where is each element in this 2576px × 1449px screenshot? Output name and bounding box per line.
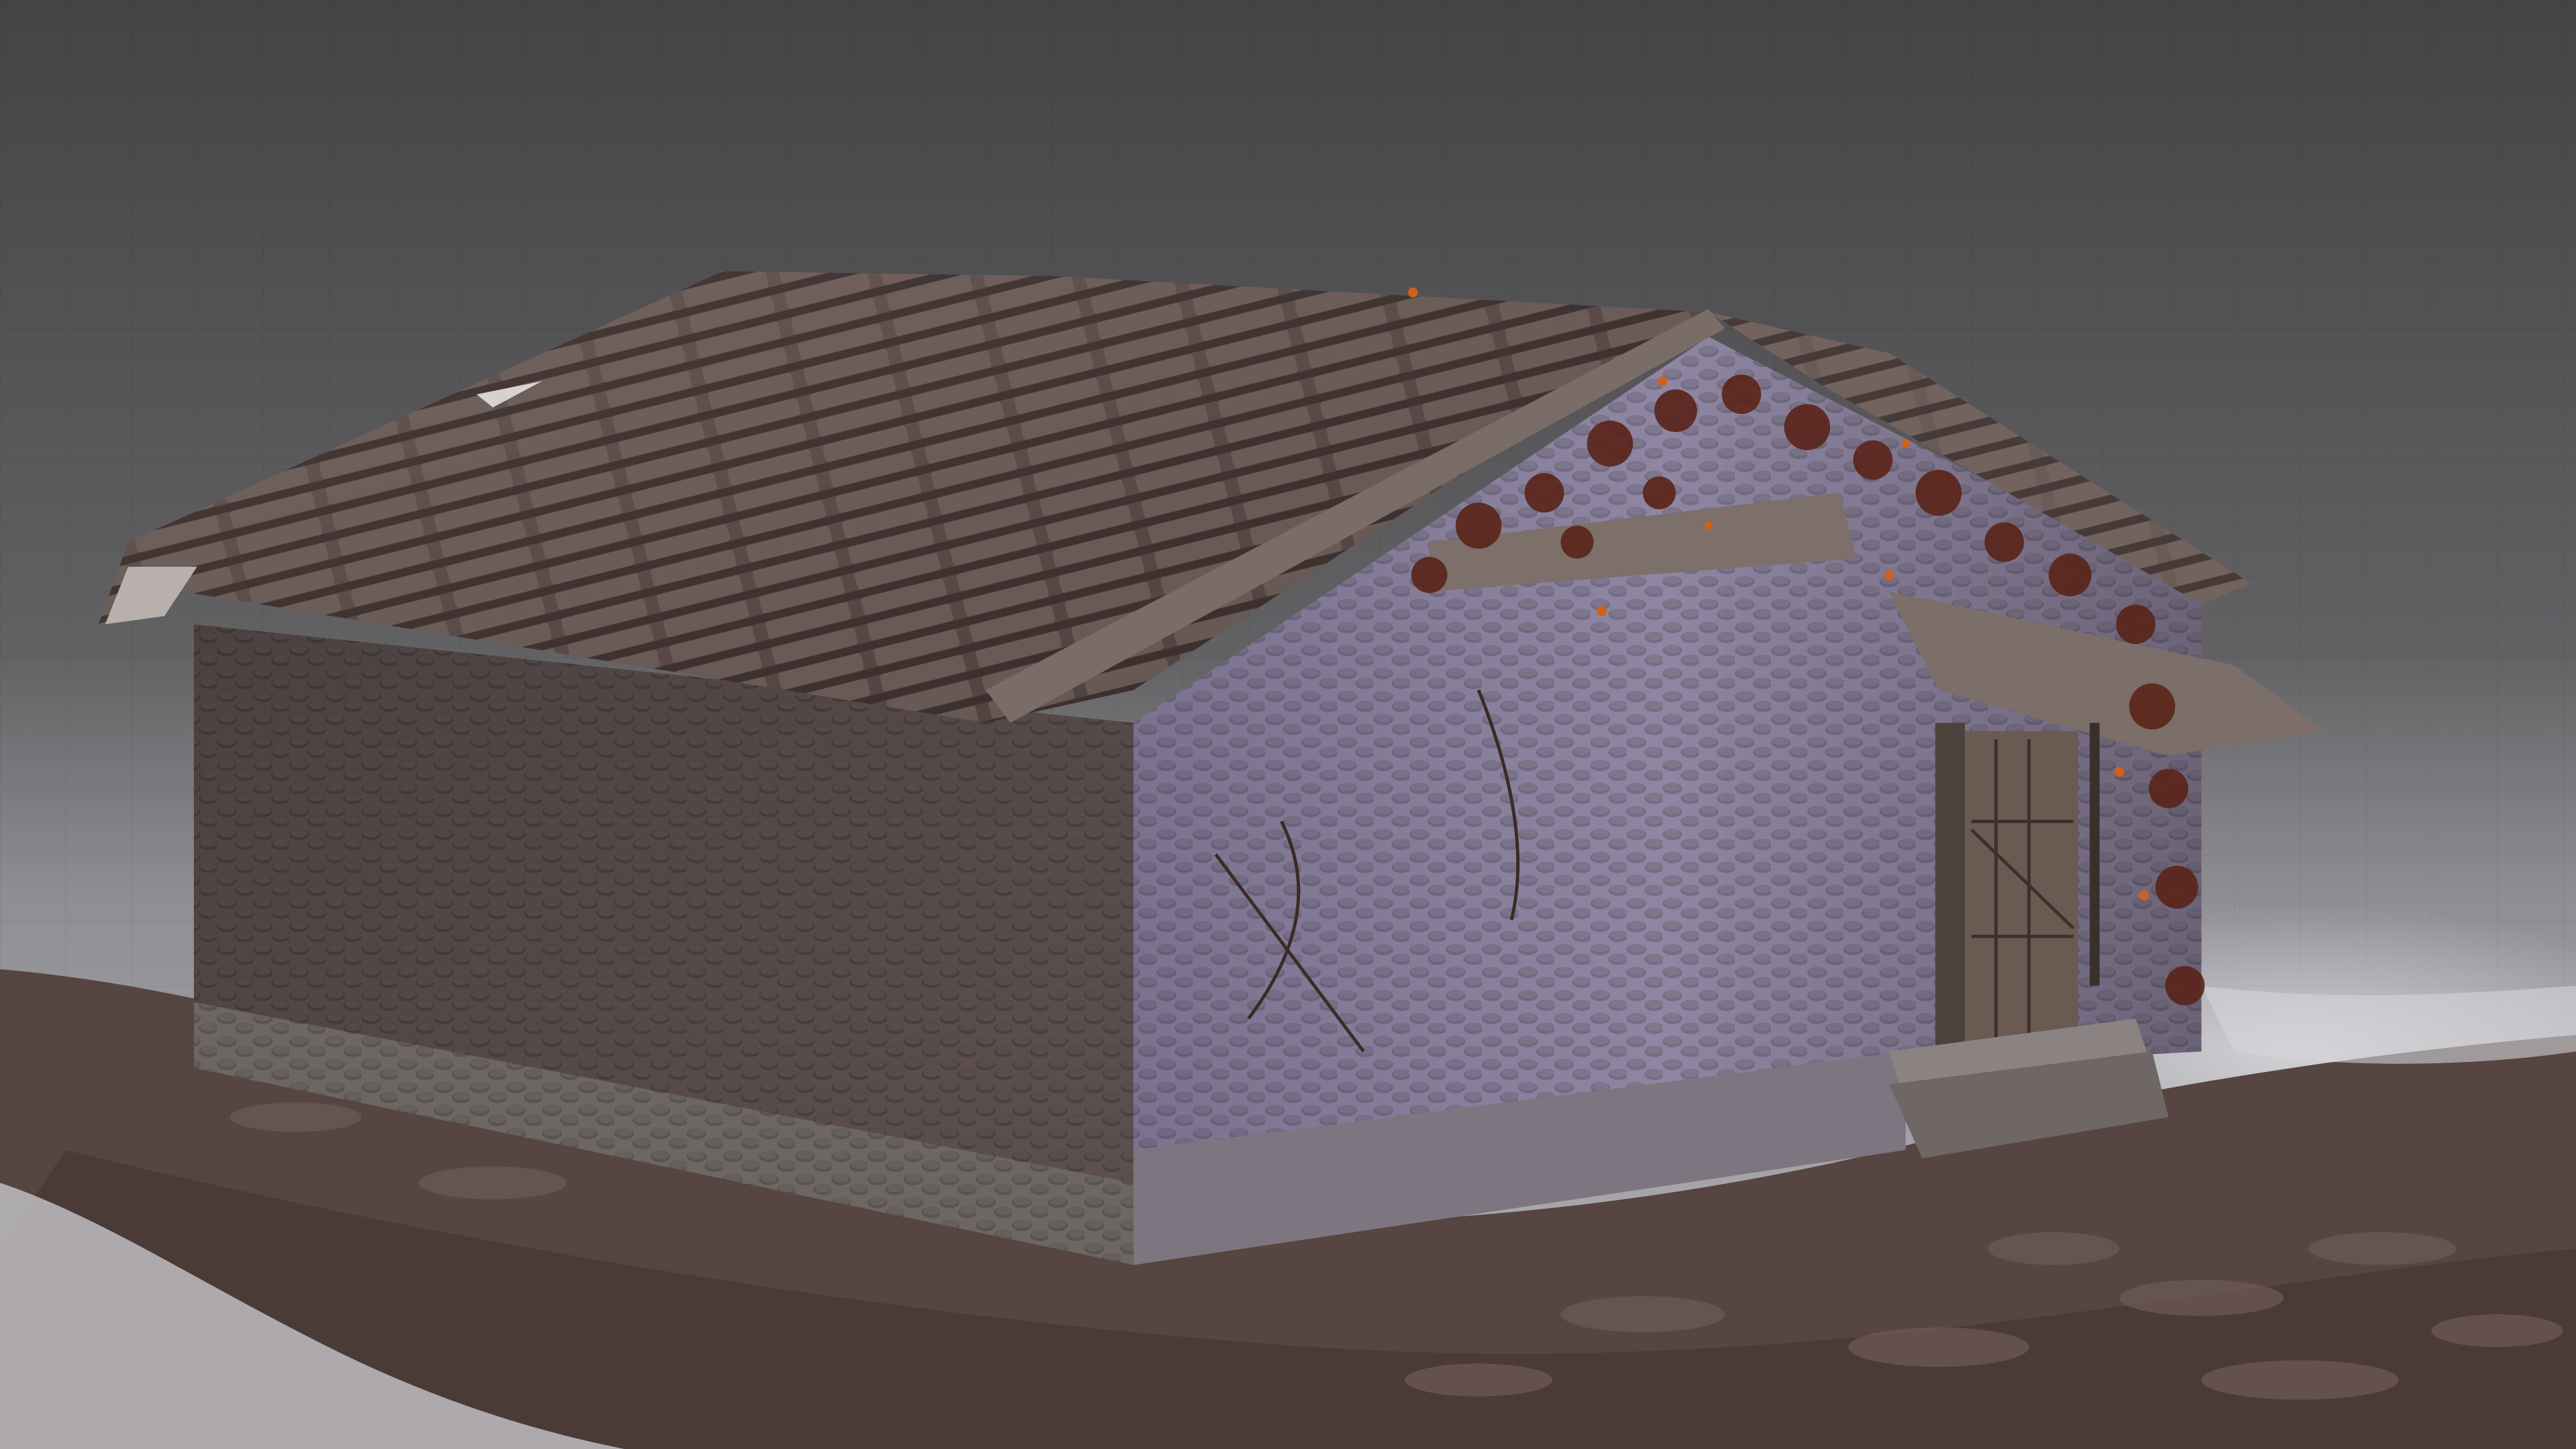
render-viewport — [0, 0, 2576, 1449]
wooden-door — [1963, 731, 2078, 1052]
cottage-render — [0, 0, 2576, 1449]
